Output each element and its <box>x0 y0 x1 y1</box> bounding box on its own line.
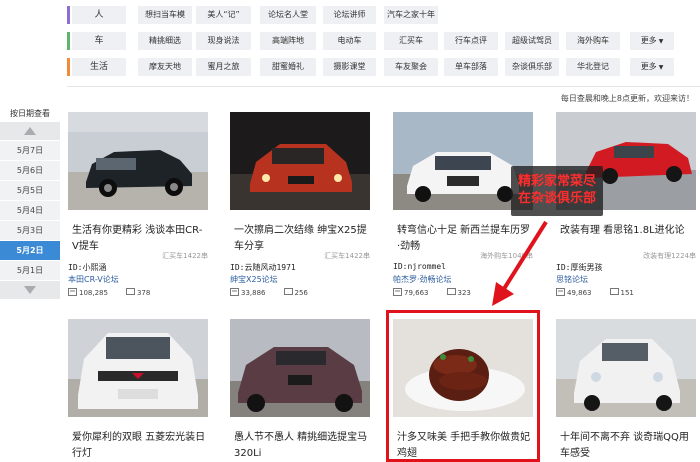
nav-color-bar <box>67 32 70 50</box>
nav-tag[interactable]: 论坛讲师 <box>323 6 376 24</box>
date-item[interactable]: 5月7日 <box>0 141 60 161</box>
nav-tag[interactable]: 车友聚会 <box>384 58 438 76</box>
date-item[interactable]: 5月6日 <box>0 161 60 181</box>
views-icon <box>68 288 77 298</box>
views-icon <box>556 288 565 298</box>
divider <box>67 86 700 87</box>
nav-tag[interactable]: 论坛名人堂 <box>260 6 316 24</box>
reply-count: 256 <box>294 289 308 297</box>
more-label: 更多 <box>640 36 657 45</box>
forum-link[interactable]: 绅宝X25论坛 <box>230 274 278 285</box>
article-photo[interactable] <box>230 319 370 417</box>
nav-tag[interactable]: 超级试驾员 <box>505 32 559 50</box>
view-count: 49,863 <box>567 289 592 297</box>
more-dropdown[interactable]: 更多 ▼ <box>630 58 674 76</box>
reply-count: 378 <box>136 289 151 297</box>
nav-category-car[interactable]: 车 <box>72 32 126 50</box>
nav-tag[interactable]: 汽车之家十年 <box>384 6 438 24</box>
nav-row-life: 生活 <box>67 58 126 76</box>
nav-tag[interactable]: 电动车 <box>323 32 376 50</box>
date-sidebar-title: 按日期查看 <box>10 109 50 118</box>
nav-tag[interactable]: 海外购车 <box>566 32 620 50</box>
author-id[interactable]: ID:njrommel <box>393 262 446 271</box>
nav-tag[interactable]: 华北登记 <box>566 58 620 76</box>
date-item[interactable]: 5月5日 <box>0 181 60 201</box>
reply-icon <box>446 288 456 298</box>
article-photo[interactable] <box>230 112 370 210</box>
reply-icon <box>283 288 293 298</box>
nav-tag[interactable]: 精挑细选 <box>138 32 192 50</box>
reply-icon <box>125 288 135 298</box>
article-stats: 33,886 256 <box>230 288 308 298</box>
view-count: 108,285 <box>79 289 108 297</box>
article-stats: 49,863 151 <box>556 288 634 298</box>
nav-color-bar <box>67 6 70 24</box>
nav-color-bar <box>67 58 70 76</box>
nav-tag[interactable]: 想扫当车模 <box>138 6 192 24</box>
view-count: 79,663 <box>404 289 429 297</box>
nav-category-life[interactable]: 生活 <box>72 58 126 76</box>
nav-row-person: 人 <box>67 6 126 24</box>
article-title[interactable]: 爱你犀利的双眼 五菱宏光装日行灯 <box>72 430 206 462</box>
date-item[interactable]: 5月4日 <box>0 201 60 221</box>
arrow-icon <box>492 220 548 306</box>
nav-tag[interactable]: 杂谈俱乐部 <box>505 58 559 76</box>
promo-overlay-text: 精彩家常菜尽在杂谈俱乐部 <box>511 166 603 216</box>
nav-row-car: 车 <box>67 32 126 50</box>
nav-tag[interactable]: 高端阵地 <box>260 32 316 50</box>
reply-icon <box>609 288 619 298</box>
view-count: 33,886 <box>241 289 266 297</box>
article-channel: 汇买车1422串 <box>321 251 370 261</box>
article-stats: 79,663 323 <box>393 288 471 298</box>
article-photo[interactable] <box>556 319 696 417</box>
date-sidebar: 按日期查看 5月7日 5月6日 5月5日 5月4日 5月3日 5月2日 5月1日 <box>0 106 60 300</box>
nav-tag[interactable]: 蜜月之旅 <box>196 58 251 76</box>
article-channel: 改装有理1224串 <box>640 251 696 261</box>
nav-category-person[interactable]: 人 <box>72 6 126 24</box>
date-up-button[interactable] <box>0 122 60 141</box>
forum-link[interactable]: 本田CR-V论坛 <box>68 274 119 285</box>
article-title[interactable]: 十年间不离不弃 谈奇瑞QQ用车感受 <box>560 430 694 462</box>
arrow-up-icon <box>24 127 36 135</box>
date-item[interactable]: 5月1日 <box>0 261 60 281</box>
highlight-frame <box>386 310 540 462</box>
nav-tag[interactable]: 美人“记” <box>196 6 251 24</box>
article-title[interactable]: 愚人节不愚人 精挑细选提宝马320Li <box>234 430 368 462</box>
views-icon <box>393 288 402 298</box>
reply-count: 151 <box>620 289 634 297</box>
reply-count: 323 <box>457 289 471 297</box>
author-id[interactable]: ID:厚街男孩 <box>556 262 602 273</box>
date-item-active[interactable]: 5月2日 <box>0 241 60 261</box>
article-channel: 汇买车1422串 <box>159 251 208 261</box>
forum-link[interactable]: 思铭论坛 <box>556 274 588 285</box>
article-stats: 108,285 378 <box>68 288 150 298</box>
date-item[interactable]: 5月3日 <box>0 221 60 241</box>
nav-tag[interactable]: 行车点评 <box>444 32 498 50</box>
update-notice: 每日查晨和晚上8点更新，欢迎来访！ <box>560 94 694 103</box>
views-icon <box>230 288 239 298</box>
chevron-down-icon: ▼ <box>658 38 664 45</box>
nav-tag[interactable]: 摄影课堂 <box>323 58 376 76</box>
more-dropdown[interactable]: 更多 ▼ <box>630 32 674 50</box>
article-photo[interactable] <box>68 319 208 417</box>
article-photo[interactable] <box>68 112 208 210</box>
nav-tag[interactable]: 汇买车 <box>384 32 438 50</box>
author-id[interactable]: ID:云随风动1971 <box>230 262 296 273</box>
arrow-down-icon <box>24 286 36 294</box>
author-id[interactable]: ID:小熙涵 <box>68 262 106 273</box>
nav-tag[interactable]: 甜蜜婚礼 <box>260 58 316 76</box>
nav-tag[interactable]: 单车部落 <box>444 58 498 76</box>
chevron-down-icon: ▼ <box>658 64 664 71</box>
nav-tag[interactable]: 摩友天地 <box>138 58 192 76</box>
more-label: 更多 <box>640 62 657 71</box>
date-down-button[interactable] <box>0 281 60 300</box>
nav-tag[interactable]: 现身说法 <box>196 32 251 50</box>
forum-link[interactable]: 帕杰罗·劲畅论坛 <box>393 274 452 285</box>
